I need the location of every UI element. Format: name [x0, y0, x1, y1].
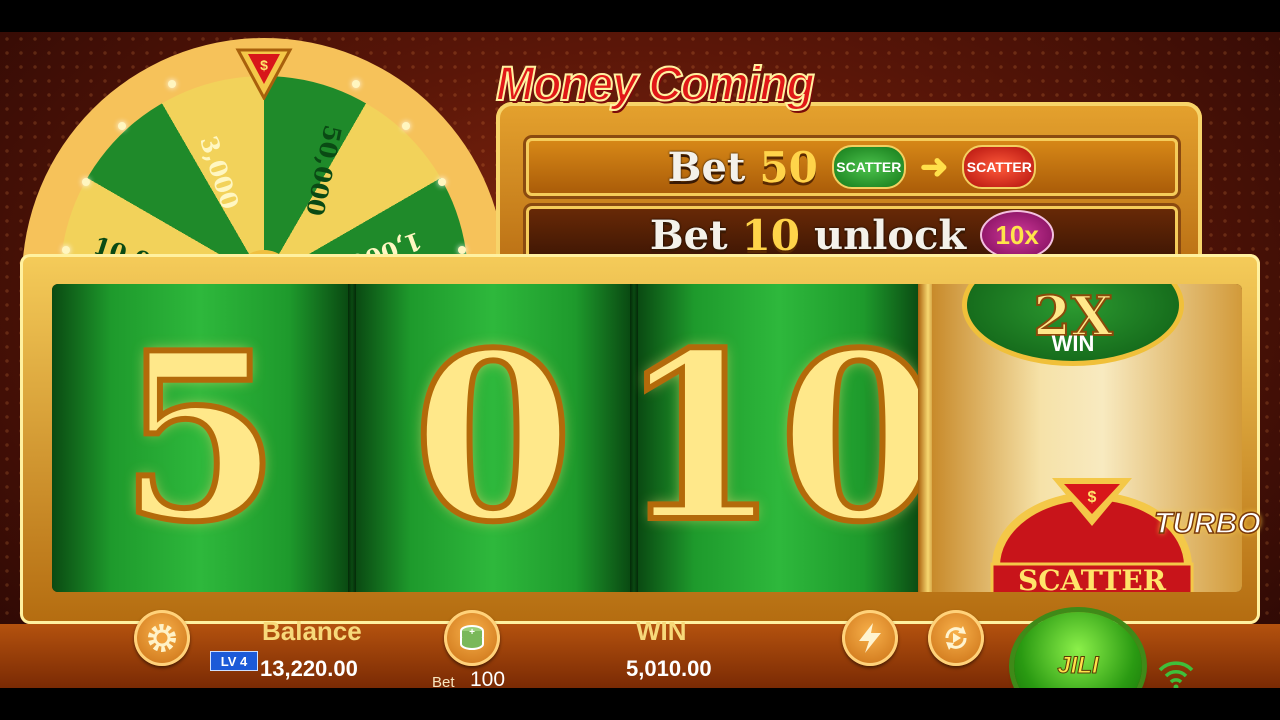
banner-unlock-label: unlock — [814, 211, 967, 259]
reel-2: 0 — [356, 284, 630, 592]
balance-value: 13,220.00 — [260, 656, 358, 681]
win-badge-label: WIN — [1051, 331, 1095, 356]
scatter-red-icon: SCATTER — [962, 145, 1037, 189]
wheel-bulb — [62, 246, 70, 254]
reel-window: 5 0 10 2X WIN $ SCATTER — [52, 284, 1242, 592]
reel-symbol: 10 — [616, 300, 942, 576]
reel-3: 10 — [616, 284, 942, 592]
level-badge: LV 4 — [210, 651, 258, 671]
prize-wheel: 10,000 3,000 50,000 1,000 $ — [22, 38, 506, 288]
svg-text:$: $ — [260, 57, 268, 73]
multiplier-badge-icon: 10x — [980, 210, 1055, 260]
bet-label: Bet — [432, 674, 455, 688]
settings-button[interactable] — [134, 610, 190, 666]
wheel-bulb — [458, 246, 466, 254]
turbo-label[interactable]: TURBO — [1153, 506, 1261, 541]
scatter-symbol-label: SCATTER — [1018, 564, 1167, 592]
balance-label: Balance — [262, 616, 362, 646]
turbo-button[interactable] — [842, 610, 898, 666]
wheel-bulb — [168, 80, 176, 88]
banner-bet-label: Bet — [667, 143, 746, 191]
autoplay-button[interactable] — [928, 610, 984, 666]
bet-button[interactable]: + — [444, 610, 500, 666]
win-label: WIN — [636, 616, 687, 646]
svg-text:+: + — [469, 627, 475, 638]
coin-stack-icon: + — [460, 625, 484, 650]
wheel-bulb — [402, 122, 410, 130]
banner-bet-label: Bet — [649, 211, 728, 259]
multiplier-win-badge: 2X WIN — [962, 284, 1184, 366]
wheel-bulb — [438, 178, 446, 186]
gear-icon — [148, 624, 176, 652]
wheel-bulb — [82, 178, 90, 186]
arrow-right-icon: ➜ — [919, 147, 949, 187]
reel-symbol: 0 — [410, 300, 576, 576]
svg-text:$: $ — [1088, 489, 1097, 506]
reel-1: 5 — [52, 284, 348, 592]
scatter-green-icon: SCATTER — [831, 145, 906, 189]
reel-symbol: 5 — [117, 300, 283, 576]
game-title: Money Coming — [495, 55, 816, 112]
dollar-pointer-icon: $ — [235, 48, 293, 100]
reel-divider — [348, 284, 356, 592]
bet-value: 100 — [470, 668, 506, 688]
banner-bet-amount: 50 — [759, 142, 818, 192]
bonus-reel: 2X WIN $ SCATTER — [932, 284, 1242, 592]
banner-bet-amount: 10 — [741, 210, 801, 260]
wheel-bulb — [352, 80, 360, 88]
lightning-icon — [859, 623, 881, 653]
spin-button-label: JILI — [1057, 652, 1099, 680]
reel-machine: 5 0 10 2X WIN $ SCATTER — [20, 254, 1260, 624]
wifi-icon — [1158, 661, 1194, 688]
wheel-bulb — [118, 122, 126, 130]
game-stage: 10,000 3,000 50,000 1,000 $ Bet 50 SCATT… — [0, 32, 1280, 688]
win-value: 5,010.00 — [626, 656, 712, 681]
autoplay-icon — [945, 626, 967, 650]
scatter-upgrade-banner: Bet 50 SCATTER ➜ SCATTER — [526, 138, 1178, 196]
